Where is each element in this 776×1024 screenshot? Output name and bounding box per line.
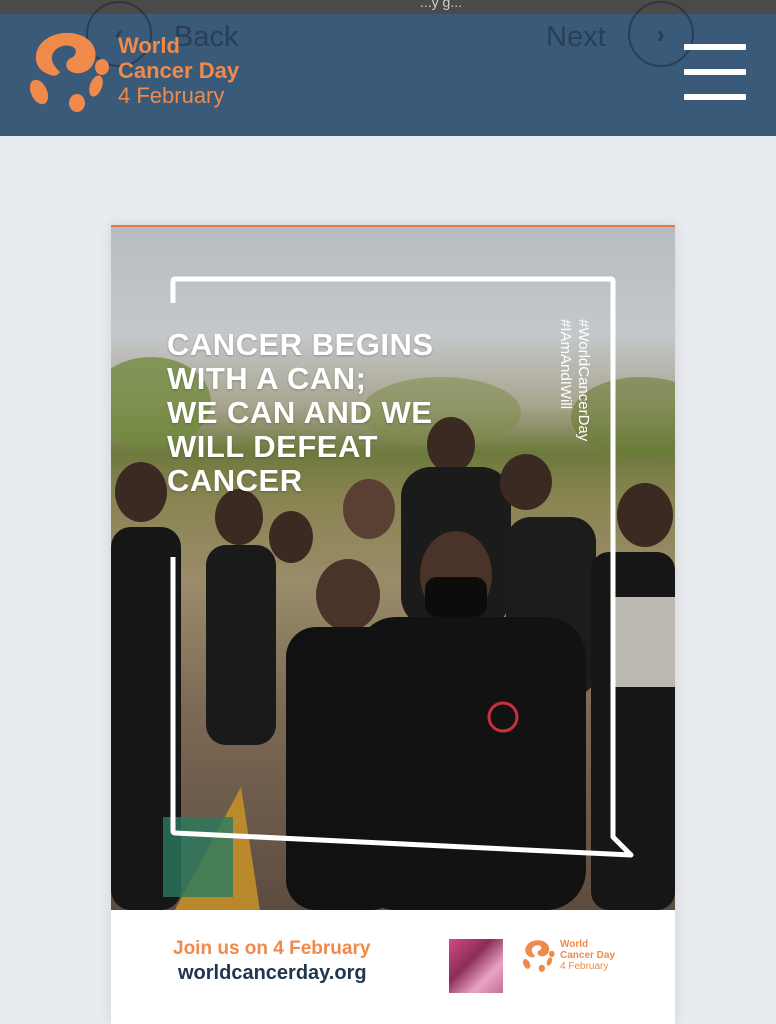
hashtag-i-am-and-i-will: #IAmAndIWill <box>557 319 574 410</box>
footer-logo: World Cancer Day 4 February <box>523 939 615 972</box>
hamburger-bar <box>684 44 746 50</box>
hashtag-world-cancer-day: #WorldCancerDay <box>575 319 592 442</box>
hamburger-menu-icon[interactable] <box>684 44 746 100</box>
hamburger-bar <box>684 69 746 75</box>
world-cancer-day-logo-icon <box>30 32 109 112</box>
status-text: ...y g... <box>420 0 463 10</box>
hamburger-bar <box>684 94 746 100</box>
world-cancer-day-logo-icon <box>523 940 555 972</box>
logo-line-2: Cancer Day <box>118 58 240 83</box>
site-logo[interactable]: World Cancer Day 4 February <box>30 30 239 112</box>
logo-line-3: 4 February <box>118 83 225 108</box>
campaign-poster: #WorldCancerDay #IAmAndIWill CANCER BEGI… <box>111 225 675 1024</box>
website-url[interactable]: worldcancerday.org <box>178 962 367 985</box>
mini-logo-line-3: 4 February <box>560 961 609 972</box>
mini-logo-line-2: Cancer Day <box>560 950 616 961</box>
next-label: Next <box>546 20 606 53</box>
next-nav[interactable]: Next › <box>546 1 694 74</box>
join-text: Join us on 4 February <box>173 938 371 959</box>
partner-thumbnail <box>448 938 504 994</box>
poster-footer: Join us on 4 February worldcancerday.org… <box>111 910 675 1024</box>
mini-logo-line-1: World <box>560 939 589 950</box>
poster-photo: #WorldCancerDay #IAmAndIWill CANCER BEGI… <box>111 227 675 910</box>
logo-line-1: World <box>118 33 180 58</box>
hashtags: #WorldCancerDay #IAmAndIWill <box>557 319 606 469</box>
poster-headline: CANCER BEGINS WITH A CAN; WE CAN AND WE … <box>167 327 434 498</box>
thumbnail-border <box>448 938 504 994</box>
site-header: ‹ Back Next › World Cancer Day 4 Februar… <box>0 1 776 136</box>
